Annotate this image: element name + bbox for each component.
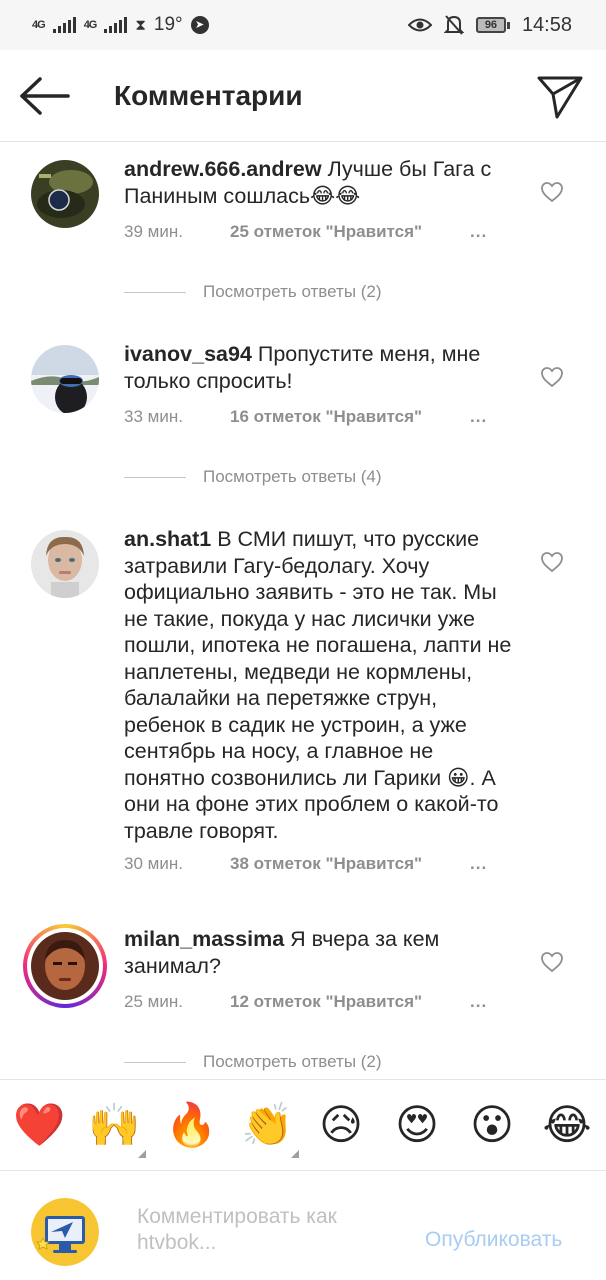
comment-time: 25 мин. [124,992,183,1011]
story-ring[interactable] [23,924,107,1008]
status-bar: 4G 4G ⧗ 19° ➤ 96 14:58 [0,0,606,50]
more-options-button[interactable]: ... [470,222,487,242]
emoji-raised-hands-button[interactable]: 🙌 [88,1100,140,1150]
emoji-tears-of-joy-button[interactable]: 😂 [542,1100,592,1150]
comment-meta: 33 мин. 16 отметок "Нравится" ... [124,407,487,427]
view-replies-button[interactable]: Посмотреть ответы (2) [124,1052,382,1072]
direct-send-icon[interactable] [536,72,584,120]
comment-item: andrew.666.andrew Лучше бы Гага с Панины… [0,142,606,312]
view-replies-button[interactable]: Посмотреть ответы (4) [124,467,382,487]
comment-text: andrew.666.andrew Лучше бы Гага с Панины… [124,156,524,209]
more-options-button[interactable]: ... [470,992,487,1012]
view-replies-label: Посмотреть ответы (2) [203,282,382,301]
divider [124,1061,186,1063]
comment-item: milan_massima Я вчера за кем занимал? 25… [0,912,606,1082]
comment-text: an.shat1 В СМИ пишут, что русские затрав… [124,526,516,844]
network-type-1: 4G [32,19,46,31]
emoji-sad-relieved-button[interactable]: 😥 [316,1100,366,1150]
navigation-icon: ➤ [190,16,209,34]
my-avatar [31,1198,99,1266]
comment-time: 30 мин. [124,854,183,873]
view-replies-label: Посмотреть ответы (2) [203,1052,382,1071]
back-arrow-icon[interactable] [18,76,72,116]
emoji-fire-button[interactable]: 🔥 [165,1100,217,1150]
hourglass-icon: ⧗ [135,16,146,34]
comment-username[interactable]: andrew.666.andrew [124,157,322,181]
comment-text: milan_massima Я вчера за кем занимал? [124,926,524,979]
signal-icon [104,17,128,33]
like-heart-icon[interactable] [540,551,564,573]
emoji-surprised-button[interactable]: 😮 [467,1100,517,1150]
comment-text: ivanov_sa94 Пропустите меня, мне только … [124,341,524,394]
more-options-button[interactable]: ... [470,854,487,874]
header: Комментарии [0,50,606,142]
like-heart-icon[interactable] [540,366,564,388]
eye-icon [407,18,432,32]
battery-icon: 96 [475,17,510,33]
battery-level: 96 [475,17,506,33]
divider [124,291,186,293]
status-left: 4G 4G ⧗ 19° ➤ [32,14,209,36]
bell-off-icon [443,15,464,35]
publish-button[interactable]: Опубликовать [425,1228,562,1252]
likes-count[interactable]: 16 отметок "Нравится" [230,407,470,427]
divider [124,476,186,478]
like-heart-icon[interactable] [540,951,564,973]
comment-meta: 39 мин. 25 отметок "Нравится" ... [124,222,487,242]
comment-meta: 25 мин. 12 отметок "Нравится" ... [124,992,487,1012]
comment-item: ivanov_sa94 Пропустите меня, мне только … [0,327,606,497]
more-options-button[interactable]: ... [470,407,487,427]
status-right: 96 14:58 [407,13,572,37]
comment-input-bar: Комментировать как htvbok... Опубликоват… [0,1172,606,1280]
like-heart-icon[interactable] [540,181,564,203]
avatar [31,932,99,1000]
avatar[interactable] [31,345,99,413]
network-type-2: 4G [83,19,98,31]
comment-time: 33 мин. [124,407,183,426]
likes-count[interactable]: 12 отметок "Нравится" [230,992,470,1012]
temperature: 19° [153,14,183,35]
comment-username[interactable]: milan_massima [124,927,284,951]
likes-count[interactable]: 25 отметок "Нравится" [230,222,470,242]
skin-tone-indicator-icon [138,1150,146,1158]
avatar[interactable] [31,160,99,228]
clock: 14:58 [521,13,572,36]
avatar[interactable] [31,530,99,598]
comment-meta: 30 мин. 38 отметок "Нравится" ... [124,854,487,874]
likes-count[interactable]: 38 отметок "Нравится" [230,854,470,874]
comment-input[interactable]: Комментировать как htvbok... [137,1204,397,1256]
view-replies-button[interactable]: Посмотреть ответы (2) [124,282,382,302]
comment-time: 39 мин. [124,222,183,241]
view-replies-label: Посмотреть ответы (4) [203,467,382,486]
emoji-quick-bar: ❤️ 🙌 🔥 👏 😥 😍 😮 😂 [0,1079,606,1171]
emoji-heart-eyes-button[interactable]: 😍 [392,1100,442,1150]
signal-icon [52,17,76,33]
emoji-heart-button[interactable]: ❤️ [13,1100,65,1150]
emoji-clapping-button[interactable]: 👏 [241,1100,293,1150]
comment-username[interactable]: an.shat1 [124,527,211,551]
comment-username[interactable]: ivanov_sa94 [124,342,252,366]
comment-item: an.shat1 В СМИ пишут, что русские затрав… [0,512,606,892]
page-title: Комментарии [114,80,303,111]
skin-tone-indicator-icon [291,1150,299,1158]
comment-body: В СМИ пишут, что русские затравили Гагу-… [124,527,512,843]
